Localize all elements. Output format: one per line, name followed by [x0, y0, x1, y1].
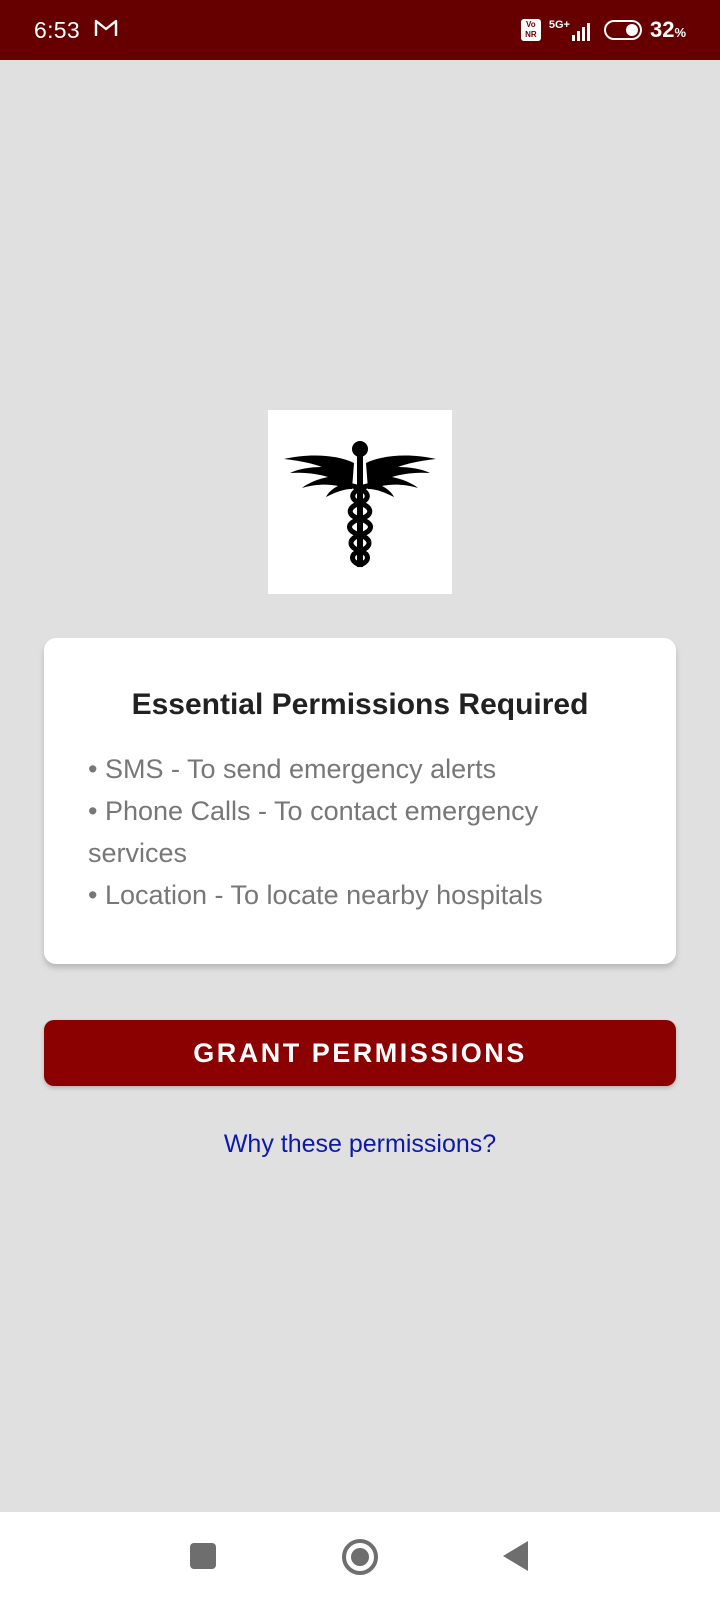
battery-icon: [603, 20, 642, 40]
card-title: Essential Permissions Required: [131, 688, 589, 721]
status-right: Vo NR 5G+ 32%: [520, 17, 686, 43]
square-icon[interactable]: [190, 1543, 216, 1569]
status-time: 6:53: [34, 16, 80, 43]
permissions-card: Essential Permissions Required • SMS - T…: [44, 638, 676, 964]
navigation-bar: [0, 1512, 720, 1600]
triangle-back-icon[interactable]: [503, 1541, 528, 1571]
status-left: 6:53: [34, 17, 118, 44]
permission-item-phone-calls: • Phone Calls - To contact emergency ser…: [88, 796, 539, 868]
caduceus-icon: [284, 441, 436, 568]
gmail-icon: [94, 18, 118, 43]
network-label: 5G+: [548, 18, 570, 31]
why-permissions-link[interactable]: Why these permissions?: [0, 1130, 720, 1159]
circle-icon[interactable]: [342, 1539, 378, 1575]
app-logo: [268, 410, 452, 594]
permission-item-location: • Location - To locate nearby hospitals: [88, 880, 543, 910]
battery-percentage: 32%: [649, 17, 686, 42]
grant-permissions-button[interactable]: GRANT PERMISSIONS: [44, 1020, 676, 1086]
volte-icon: Vo NR: [520, 19, 541, 41]
signal-icon: [571, 22, 590, 41]
permission-item-sms: • SMS - To send emergency alerts: [88, 754, 497, 784]
status-bar: 6:53 Vo NR 5G+ 32%: [0, 0, 720, 60]
network-indicator: 5G+: [548, 18, 590, 41]
